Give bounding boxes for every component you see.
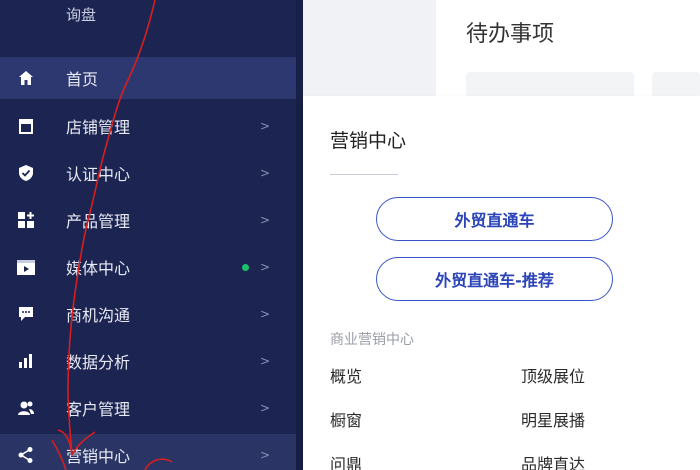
chevron-right-icon: >	[260, 401, 271, 415]
play-video-icon	[16, 257, 36, 277]
sidebar-divider	[296, 0, 303, 470]
link-top-booth[interactable]: 顶级展位	[521, 363, 585, 387]
notification-dot	[242, 263, 249, 271]
grid-plus-icon	[16, 210, 36, 230]
p4p-button[interactable]: 外贸直通车	[376, 197, 613, 241]
sidebar-item-analytics[interactable]: 数据分析 >	[0, 340, 296, 382]
sidebar-item-products[interactable]: 产品管理 >	[0, 199, 296, 241]
link-star-showcase[interactable]: 明星展播	[521, 407, 585, 431]
sidebar-item-label: 媒体中心	[66, 259, 131, 278]
chevron-right-icon: >	[260, 448, 271, 462]
marketing-flyout-menu: 营销中心 外贸直通车 外贸直通车-推荐 商业营销中心 概览 橱窗 问鼎 顶级展位…	[303, 96, 700, 470]
chat-bubble-icon	[16, 304, 36, 324]
chevron-right-icon: >	[260, 307, 271, 321]
sidebar-item-communication[interactable]: 商机沟通 >	[0, 293, 296, 335]
sidebar-item-certification[interactable]: 认证中心 >	[0, 152, 296, 194]
sidebar-item-label: 数据分析	[66, 353, 131, 372]
page-title: 待办事项	[466, 22, 555, 47]
sidebar-item-label: 客户管理	[66, 400, 131, 419]
sidebar-item-label: 商机沟通	[66, 306, 131, 325]
title-underline	[330, 174, 398, 175]
flyout-title: 营销中心	[330, 130, 407, 152]
sidebar-nav: 询盘 首页 店铺管理 > 认证中心 > 产品管理 > 媒体中心 > 商机沟通 >…	[0, 0, 296, 470]
link-showcase[interactable]: 橱窗	[330, 407, 362, 431]
sidebar-item-marketing[interactable]: 营销中心 >	[0, 434, 296, 470]
sidebar-item-label: 首页	[66, 70, 99, 89]
bar-chart-icon	[16, 351, 36, 371]
share-nodes-icon	[16, 445, 36, 465]
home-icon	[16, 68, 36, 88]
users-icon	[16, 398, 36, 418]
shield-check-icon	[16, 163, 36, 183]
sidebar-item-store[interactable]: 店铺管理 >	[0, 105, 296, 147]
chevron-right-icon: >	[260, 166, 271, 180]
sidebar-item-home[interactable]: 首页	[0, 57, 296, 99]
link-wending[interactable]: 问鼎	[330, 451, 362, 470]
store-icon	[16, 116, 36, 136]
chevron-right-icon: >	[260, 354, 271, 368]
sidebar-item-label: 店铺管理	[66, 118, 131, 137]
sidebar-item-label: 营销中心	[66, 447, 131, 466]
chevron-right-icon: >	[260, 119, 271, 133]
link-brand-direct[interactable]: 品牌直达	[521, 451, 585, 470]
p4p-recommend-button[interactable]: 外贸直通车-推荐	[376, 257, 613, 301]
sidebar-item-label: 产品管理	[66, 212, 131, 231]
sidebar-item-label: 认证中心	[66, 165, 131, 184]
section-heading: 商业营销中心	[330, 332, 414, 348]
chevron-right-icon: >	[260, 260, 271, 274]
sidebar-item-media[interactable]: 媒体中心 >	[0, 246, 296, 288]
chevron-right-icon: >	[260, 213, 271, 227]
sidebar-item-inquiry[interactable]: 询盘	[66, 4, 96, 25]
link-overview[interactable]: 概览	[330, 363, 362, 387]
sidebar-item-customers[interactable]: 客户管理 >	[0, 387, 296, 429]
